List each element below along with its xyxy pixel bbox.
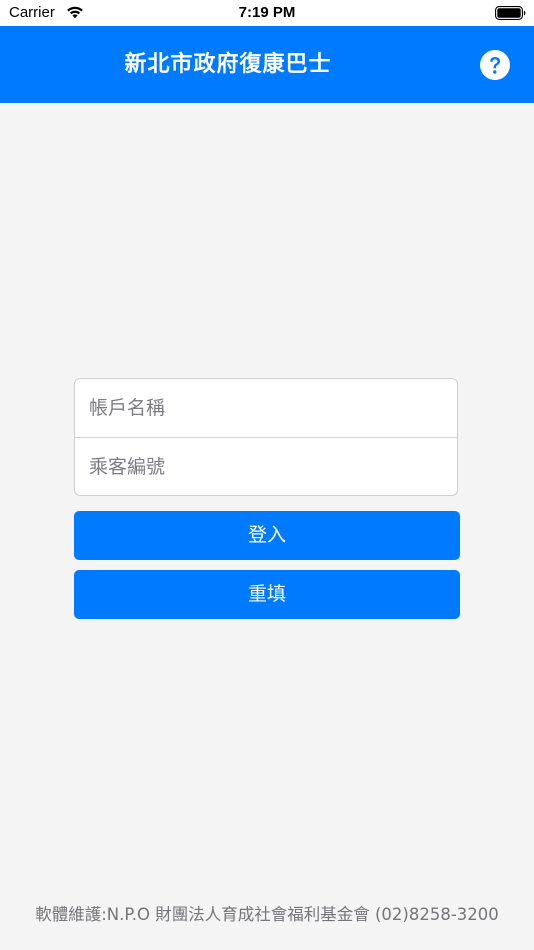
help-button[interactable] xyxy=(480,50,510,80)
maintenance-footer: 軟體維護:N.P.O 財團法人育成社會福利基金會 (02)8258-3200 xyxy=(35,905,499,924)
login-form xyxy=(74,378,458,496)
login-button[interactable]: 登入 xyxy=(74,511,460,560)
account-name-input[interactable] xyxy=(75,379,457,437)
question-circle-icon xyxy=(480,50,510,80)
reset-button[interactable]: 重填 xyxy=(74,570,460,619)
passenger-number-input[interactable] xyxy=(75,438,457,495)
battery-icon xyxy=(495,6,526,20)
app-title: 新北市政府復康巴士 xyxy=(124,52,332,77)
clock: 7:19 PM xyxy=(238,4,296,21)
status-bar: Carrier 7:19 PM xyxy=(0,0,534,26)
app-header: 新北市政府復康巴士 xyxy=(0,26,534,103)
